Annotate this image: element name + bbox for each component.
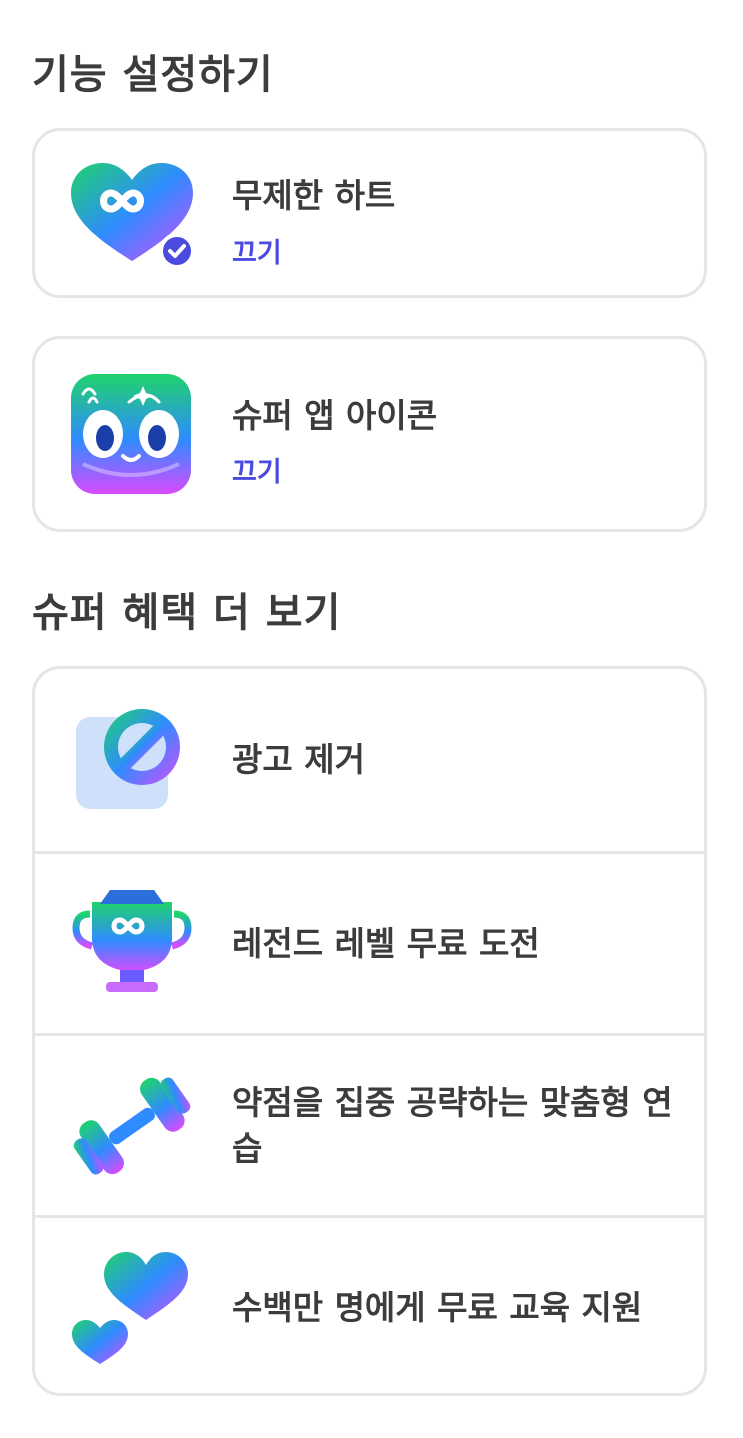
no-ads-icon <box>70 699 195 819</box>
dumbbell-icon <box>70 1066 195 1186</box>
benefit-item-no-ads: 광고 제거 <box>35 669 704 851</box>
benefit-item-legendary: 레전드 레벨 무료 도전 <box>35 851 704 1033</box>
super-app-icon <box>69 372 194 497</box>
benefit-item-education: 수백만 명에게 무료 교육 지원 <box>35 1215 704 1397</box>
hearts-icon <box>70 1248 195 1368</box>
trophy-icon <box>70 884 195 1004</box>
super-app-icon-title: 슈퍼 앱 아이콘 <box>232 396 438 435</box>
feature-settings-title: 기능 설정하기 <box>32 52 274 98</box>
unlimited-hearts-title: 무제한 하트 <box>232 176 396 215</box>
unlimited-hearts-toggle[interactable]: 끄기 <box>232 231 282 270</box>
infinite-heart-icon <box>67 161 197 271</box>
benefit-label-education: 수백만 명에게 무료 교육 지원 <box>232 1287 643 1327</box>
unlimited-hearts-card: 무제한 하트 끄기 <box>32 128 707 298</box>
benefit-label-no-ads: 광고 제거 <box>232 740 365 779</box>
super-app-icon-card: 슈퍼 앱 아이콘 끄기 <box>32 336 707 532</box>
benefits-list: 광고 제거 레전드 레벨 무료 도전 약점을 집중 공략하는 맞춤형 연습 수백… <box>32 666 707 1396</box>
benefit-item-practice: 약점을 집중 공략하는 맞춤형 연습 <box>35 1033 704 1215</box>
super-app-icon-toggle[interactable]: 끄기 <box>232 450 282 489</box>
benefit-label-practice: 약점을 집중 공략하는 맞춤형 연습 <box>232 1082 673 1168</box>
more-benefits-title: 슈퍼 혜택 더 보기 <box>32 590 342 636</box>
benefit-label-legendary: 레전드 레벨 무료 도전 <box>232 923 540 963</box>
